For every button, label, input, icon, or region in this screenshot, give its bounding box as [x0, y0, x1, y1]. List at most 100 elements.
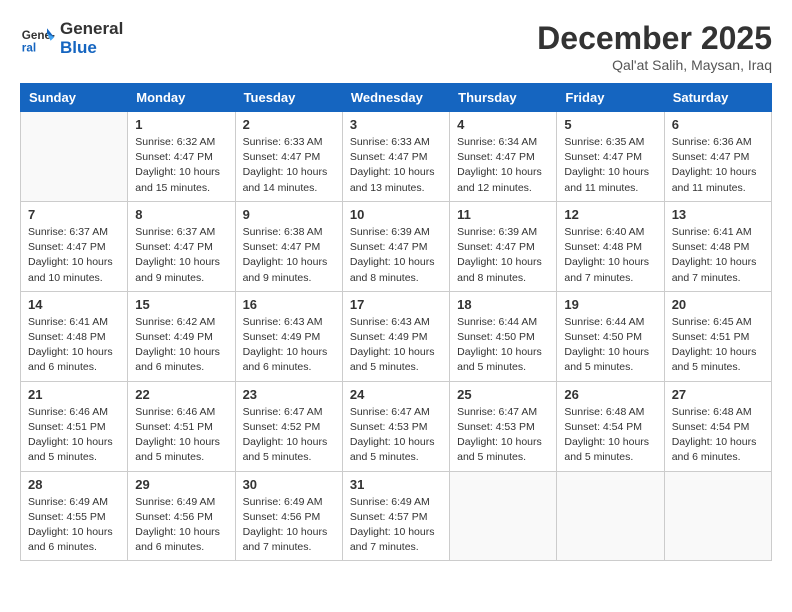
day-number: 18 — [457, 297, 549, 312]
calendar-cell: 8 Sunrise: 6:37 AMSunset: 4:47 PMDaylight… — [128, 201, 235, 291]
weekday-header-monday: Monday — [128, 84, 235, 112]
calendar-cell — [557, 471, 664, 561]
week-row-1: 1 Sunrise: 6:32 AMSunset: 4:47 PMDaylight… — [21, 112, 772, 202]
day-info: Sunrise: 6:47 AMSunset: 4:53 PMDaylight:… — [457, 405, 549, 466]
day-info: Sunrise: 6:47 AMSunset: 4:53 PMDaylight:… — [350, 405, 442, 466]
day-info: Sunrise: 6:42 AMSunset: 4:49 PMDaylight:… — [135, 315, 227, 376]
logo-icon: Gene- ral — [20, 21, 56, 57]
calendar-cell: 22 Sunrise: 6:46 AMSunset: 4:51 PMDayligh… — [128, 381, 235, 471]
calendar-cell: 9Sunrise: 6:38 AMSunset: 4:47 PMDaylight… — [235, 201, 342, 291]
week-row-4: 21Sunrise: 6:46 AMSunset: 4:51 PMDayligh… — [21, 381, 772, 471]
title-block: December 2025 Qal'at Salih, Maysan, Iraq — [537, 20, 772, 73]
calendar-cell: 4Sunrise: 6:34 AMSunset: 4:47 PMDaylight… — [450, 112, 557, 202]
day-info: Sunrise: 6:39 AMSunset: 4:47 PMDaylight:… — [457, 225, 549, 286]
day-info: Sunrise: 6:49 AMSunset: 4:55 PMDaylight:… — [28, 495, 120, 556]
calendar-cell: 26 Sunrise: 6:48 AMSunset: 4:54 PMDayligh… — [557, 381, 664, 471]
calendar-cell: 2 Sunrise: 6:33 AMSunset: 4:47 PMDaylight… — [235, 112, 342, 202]
day-number: 2 — [243, 117, 335, 132]
calendar-cell: 6Sunrise: 6:36 AMSunset: 4:47 PMDaylight… — [664, 112, 771, 202]
day-number: 7 — [28, 207, 120, 222]
weekday-header-thursday: Thursday — [450, 84, 557, 112]
day-info: Sunrise: 6:40 AMSunset: 4:48 PMDaylight:… — [564, 225, 656, 286]
day-info: Sunrise: 6:37 AMSunset: 4:47 PMDaylight:… — [135, 225, 227, 286]
day-info: Sunrise: 6:46 AMSunset: 4:51 PMDaylight:… — [135, 405, 227, 466]
logo: Gene- ral General Blue — [20, 20, 123, 57]
day-info: Sunrise: 6:49 AMSunset: 4:56 PMDaylight:… — [243, 495, 335, 556]
day-number: 11 — [457, 207, 549, 222]
day-info: Sunrise: 6:41 AMSunset: 4:48 PMDaylight:… — [672, 225, 764, 286]
day-number: 3 — [350, 117, 442, 132]
day-number: 23 — [243, 387, 335, 402]
calendar-cell: 17Sunrise: 6:43 AMSunset: 4:49 PMDayligh… — [342, 291, 449, 381]
calendar-cell: 10 Sunrise: 6:39 AMSunset: 4:47 PMDayligh… — [342, 201, 449, 291]
calendar-table: SundayMondayTuesdayWednesdayThursdayFrid… — [20, 83, 772, 561]
weekday-header-wednesday: Wednesday — [342, 84, 449, 112]
day-info: Sunrise: 6:34 AMSunset: 4:47 PMDaylight:… — [457, 135, 549, 196]
day-info: Sunrise: 6:47 AMSunset: 4:52 PMDaylight:… — [243, 405, 335, 466]
calendar-cell: 7 Sunrise: 6:37 AMSunset: 4:47 PMDaylight… — [21, 201, 128, 291]
calendar-cell — [450, 471, 557, 561]
day-number: 24 — [350, 387, 442, 402]
calendar-cell — [21, 112, 128, 202]
calendar-cell: 15Sunrise: 6:42 AMSunset: 4:49 PMDayligh… — [128, 291, 235, 381]
day-info: Sunrise: 6:33 AMSunset: 4:47 PMDaylight:… — [350, 135, 442, 196]
day-number: 29 — [135, 477, 227, 492]
day-info: Sunrise: 6:44 AMSunset: 4:50 PMDaylight:… — [457, 315, 549, 376]
day-info: Sunrise: 6:48 AMSunset: 4:54 PMDaylight:… — [564, 405, 656, 466]
calendar-cell: 27Sunrise: 6:48 AMSunset: 4:54 PMDayligh… — [664, 381, 771, 471]
day-info: Sunrise: 6:32 AMSunset: 4:47 PMDaylight:… — [135, 135, 227, 196]
calendar-cell: 24 Sunrise: 6:47 AMSunset: 4:53 PMDayligh… — [342, 381, 449, 471]
day-number: 8 — [135, 207, 227, 222]
calendar-cell: 31 Sunrise: 6:49 AMSunset: 4:57 PMDayligh… — [342, 471, 449, 561]
svg-text:ral: ral — [22, 41, 36, 54]
calendar-cell: 11 Sunrise: 6:39 AMSunset: 4:47 PMDayligh… — [450, 201, 557, 291]
day-number: 10 — [350, 207, 442, 222]
calendar-cell: 16 Sunrise: 6:43 AMSunset: 4:49 PMDayligh… — [235, 291, 342, 381]
calendar-cell: 5 Sunrise: 6:35 AMSunset: 4:47 PMDaylight… — [557, 112, 664, 202]
calendar-cell: 13 Sunrise: 6:41 AMSunset: 4:48 PMDayligh… — [664, 201, 771, 291]
month-title: December 2025 — [537, 20, 772, 57]
calendar-cell: 25Sunrise: 6:47 AMSunset: 4:53 PMDayligh… — [450, 381, 557, 471]
day-info: Sunrise: 6:48 AMSunset: 4:54 PMDaylight:… — [672, 405, 764, 466]
day-number: 17 — [350, 297, 442, 312]
day-info: Sunrise: 6:45 AMSunset: 4:51 PMDaylight:… — [672, 315, 764, 376]
calendar-cell: 29 Sunrise: 6:49 AMSunset: 4:56 PMDayligh… — [128, 471, 235, 561]
day-number: 6 — [672, 117, 764, 132]
day-info: Sunrise: 6:46 AMSunset: 4:51 PMDaylight:… — [28, 405, 120, 466]
day-number: 16 — [243, 297, 335, 312]
day-info: Sunrise: 6:39 AMSunset: 4:47 PMDaylight:… — [350, 225, 442, 286]
day-number: 19 — [564, 297, 656, 312]
calendar-cell: 1 Sunrise: 6:32 AMSunset: 4:47 PMDaylight… — [128, 112, 235, 202]
day-number: 22 — [135, 387, 227, 402]
day-info: Sunrise: 6:43 AMSunset: 4:49 PMDaylight:… — [243, 315, 335, 376]
calendar-cell: 20Sunrise: 6:45 AMSunset: 4:51 PMDayligh… — [664, 291, 771, 381]
calendar-cell: 30Sunrise: 6:49 AMSunset: 4:56 PMDayligh… — [235, 471, 342, 561]
day-info: Sunrise: 6:37 AMSunset: 4:47 PMDaylight:… — [28, 225, 120, 286]
day-info: Sunrise: 6:35 AMSunset: 4:47 PMDaylight:… — [564, 135, 656, 196]
day-number: 14 — [28, 297, 120, 312]
calendar-cell: 28 Sunrise: 6:49 AMSunset: 4:55 PMDayligh… — [21, 471, 128, 561]
day-info: Sunrise: 6:33 AMSunset: 4:47 PMDaylight:… — [243, 135, 335, 196]
day-number: 28 — [28, 477, 120, 492]
day-number: 26 — [564, 387, 656, 402]
weekday-header-friday: Friday — [557, 84, 664, 112]
logo-text: General Blue — [60, 20, 123, 57]
day-number: 12 — [564, 207, 656, 222]
day-number: 31 — [350, 477, 442, 492]
day-number: 1 — [135, 117, 227, 132]
calendar-cell: 14 Sunrise: 6:41 AMSunset: 4:48 PMDayligh… — [21, 291, 128, 381]
weekday-header-row: SundayMondayTuesdayWednesdayThursdayFrid… — [21, 84, 772, 112]
calendar-cell: 12 Sunrise: 6:40 AMSunset: 4:48 PMDayligh… — [557, 201, 664, 291]
calendar-cell — [664, 471, 771, 561]
week-row-3: 14 Sunrise: 6:41 AMSunset: 4:48 PMDayligh… — [21, 291, 772, 381]
day-number: 5 — [564, 117, 656, 132]
calendar-cell: 19Sunrise: 6:44 AMSunset: 4:50 PMDayligh… — [557, 291, 664, 381]
day-info: Sunrise: 6:38 AMSunset: 4:47 PMDaylight:… — [243, 225, 335, 286]
week-row-2: 7 Sunrise: 6:37 AMSunset: 4:47 PMDaylight… — [21, 201, 772, 291]
day-info: Sunrise: 6:49 AMSunset: 4:57 PMDaylight:… — [350, 495, 442, 556]
day-info: Sunrise: 6:49 AMSunset: 4:56 PMDaylight:… — [135, 495, 227, 556]
day-info: Sunrise: 6:41 AMSunset: 4:48 PMDaylight:… — [28, 315, 120, 376]
calendar-cell: 18 Sunrise: 6:44 AMSunset: 4:50 PMDayligh… — [450, 291, 557, 381]
day-number: 13 — [672, 207, 764, 222]
calendar-cell: 21Sunrise: 6:46 AMSunset: 4:51 PMDayligh… — [21, 381, 128, 471]
